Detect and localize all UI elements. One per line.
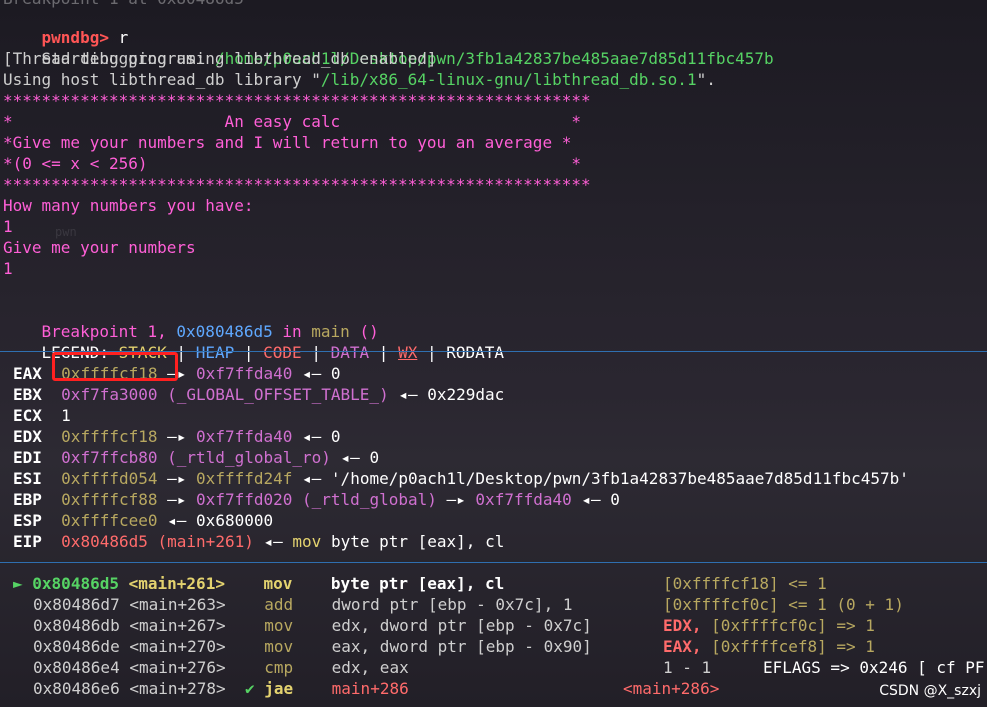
register-edi: EDI 0xf7ffcb80 (_rtld_global_ro) ◂— 0: [13, 448, 380, 467]
disasm-separator: [0, 562, 987, 563]
thread-debug-line: [Thread debugging using libthread_db ena…: [3, 49, 437, 68]
disasm-line: 0x80486de <main+270> mov eax, dword ptr …: [33, 637, 592, 656]
banner-line-3: *Give me your numbers and I will return …: [3, 133, 572, 152]
disasm-comment-0: [0xffffcf18] <= 1: [663, 574, 827, 593]
eflags-readout: EFLAGS => 0x246 [ cf PF: [763, 658, 985, 677]
legend-line: LEGEND: STACK | HEAP | CODE | DATA | WX …: [41, 343, 505, 362]
register-edx: EDX 0xffffcf18 —▸ 0xf7ffda40 ◂— 0: [13, 427, 341, 446]
io-prompt-numbers: Give me your numbers: [3, 238, 196, 257]
disasm-comment-5: <main+286>: [623, 679, 720, 698]
disasm-line: 0x80486db <main+267> mov edx, dword ptr …: [33, 616, 592, 635]
io-prompt-count: How many numbers you have:: [3, 196, 254, 215]
prompt-line: pwndbg> r: [3, 6, 129, 47]
starting-program-line: Starting program: /home/p0ach1l/Desktop/…: [41, 49, 774, 68]
disasm-line-current: ► 0x80486d5 <main+261> mov byte ptr [eax…: [13, 574, 505, 593]
disasm-line: 0x80486d7 <main+263> add dword ptr [ebp …: [33, 595, 573, 614]
banner-line-1: ****************************************…: [3, 91, 591, 110]
io-input-number: 1: [3, 259, 13, 278]
register-ecx: ECX 1: [13, 406, 71, 425]
banner-line-4: *(0 <= x < 256) *: [3, 154, 581, 173]
check-icon: ✔: [244, 679, 255, 698]
io-input-count: 1: [3, 217, 13, 236]
register-esi: ESI 0xffffd054 —▸ 0xffffd24f ◂— '/home/p…: [13, 469, 909, 488]
thread-lib-line: Using host libthread_db library "/lib/x8…: [3, 70, 716, 89]
register-eip: EIP 0x80486d5 (main+261) ◂— mov byte ptr…: [13, 532, 505, 551]
banner-line-2: * An easy calc *: [3, 112, 581, 131]
banner-line-5: ****************************************…: [3, 175, 591, 194]
disasm-comment-4: 1 - 1: [663, 658, 712, 677]
disasm-comment-3: EAX, [0xffffcef8] => 1: [663, 637, 875, 656]
register-ebx: EBX 0xf7fa3000 (_GLOBAL_OFFSET_TABLE_) ◂…: [13, 385, 505, 404]
disasm-comment-1: [0xffffcf0c] <= 1 (0 + 1): [663, 595, 904, 614]
register-esp: ESP 0xffffcee0 ◂— 0x680000: [13, 511, 274, 530]
register-ebp: EBP 0xffffcf88 —▸ 0xf7ffd020 (_rtld_glob…: [13, 490, 620, 509]
highlight-box: [52, 352, 178, 381]
disasm-line: 0x80486e4 <main+276> cmp edx, eax: [33, 658, 409, 677]
disasm-comment-2: EDX, [0xffffcf0c] => 1: [663, 616, 875, 635]
disasm-line: 0x80486e6 <main+278> ✔ jae main+286: [33, 679, 409, 698]
terminal-window[interactable]: Breakpoint 1 at 0x80486d5 pwndbg> r Star…: [0, 0, 987, 707]
watermark: CSDN @X_szxj: [879, 683, 981, 699]
breakpoint-line: Breakpoint 1, 0x080486d5 in main (): [41, 322, 379, 341]
